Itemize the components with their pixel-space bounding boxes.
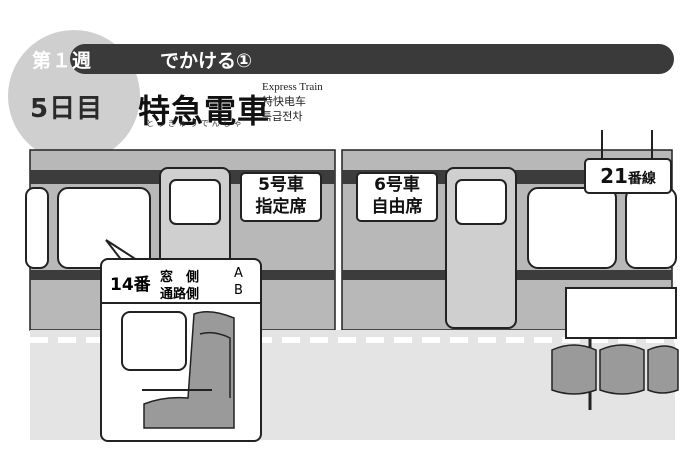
seat-aisle-label: 通路側 [160,287,200,302]
car6-sign: 6号車 自由席 [356,172,438,222]
platform-sign: 21番線 [584,158,672,194]
seat-aisle-letter: B [234,283,243,298]
seat-window-letter: A [234,266,243,281]
platform-number: 21 [600,164,628,188]
car5-type: 指定席 [255,197,307,217]
seat-info-bubble: 14番 窓 側 A 通路側 B [100,258,262,442]
car5-sign: 5号車 指定席 [240,172,322,222]
car6-number: 6号車 [374,175,420,195]
seat-info-header: 14番 窓 側 A 通路側 B [102,260,260,304]
platform-suffix: 番線 [627,171,656,187]
train-seat-illustration [121,311,235,429]
car5-number: 5号車 [258,175,304,195]
car6-type: 自由席 [371,197,423,217]
seat-number: 14番 [110,275,151,295]
